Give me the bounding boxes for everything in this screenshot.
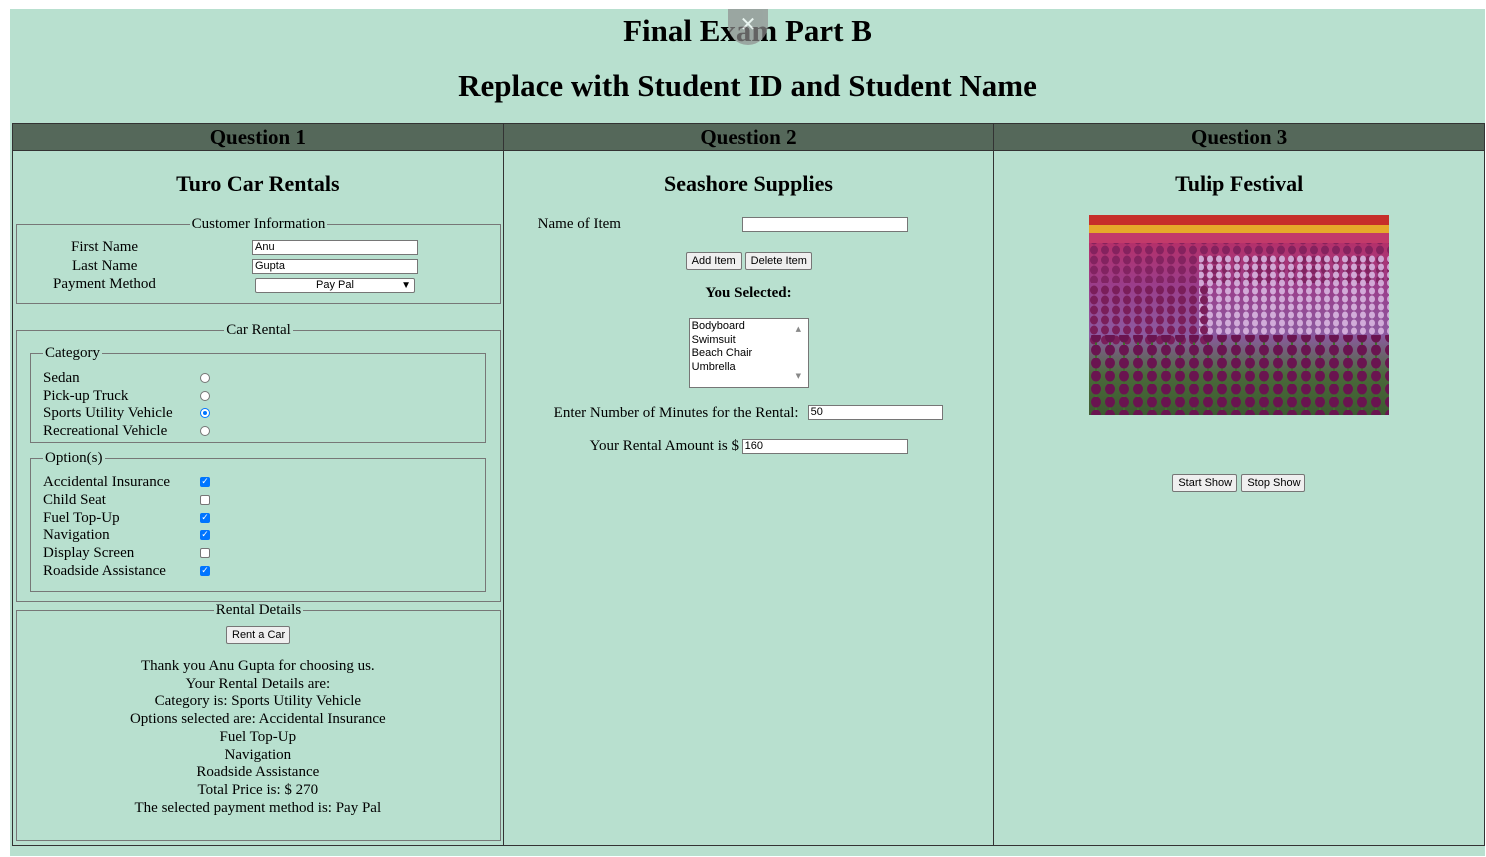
seashore-heading: Seashore Supplies: [664, 171, 833, 196]
questions-table: Question 1 Question 2 Question 3 Turo Ca…: [12, 123, 1485, 846]
summary-line: Your Rental Details are:: [185, 675, 331, 692]
list-item[interactable]: Beach Chair: [692, 347, 806, 361]
option-checkbox-display-screen[interactable]: [200, 548, 210, 558]
list-item[interactable]: Bodyboard: [692, 320, 806, 334]
category-label-rv: Recreational Vehicle: [43, 423, 168, 439]
question-2-cell: Seashore Supplies Name of Item Add Item …: [502, 150, 995, 846]
first-name-input[interactable]: Anu: [252, 240, 418, 255]
page-subtitle: Replace with Student ID and Student Name: [458, 68, 1037, 103]
rental-amount-label: Your Rental Amount is $: [589, 438, 739, 454]
summary-line: Navigation: [224, 746, 292, 763]
option-checkbox-accidental-insurance[interactable]: ✓: [200, 477, 210, 487]
turo-heading: Turo Car Rentals: [176, 171, 340, 196]
tulip-festival-image: [1089, 215, 1390, 415]
rent-a-car-button[interactable]: Rent a Car: [226, 626, 290, 644]
category-radio-pickup[interactable]: [200, 391, 210, 401]
start-show-button[interactable]: Start Show: [1172, 474, 1238, 492]
summary-line: Category is: Sports Utility Vehicle: [154, 693, 362, 710]
selected-items-listbox[interactable]: Bodyboard Swimsuit Beach Chair Umbrella …: [688, 318, 809, 388]
option-checkbox-fuel-top-up[interactable]: ✓: [200, 513, 210, 523]
option-label-accidental-insurance: Accidental Insurance: [43, 474, 171, 490]
item-name-label: Name of Item: [537, 216, 621, 232]
summary-line: Roadside Assistance: [196, 764, 320, 781]
payment-method-value: Pay Pal: [316, 279, 354, 291]
option-checkbox-child-seat[interactable]: [200, 495, 210, 505]
minutes-input[interactable]: 50: [807, 405, 943, 420]
rental-summary: Thank you Anu Gupta for choosing us. You…: [13, 658, 503, 817]
category-label-suv: Sports Utility Vehicle: [43, 405, 173, 421]
rental-amount-output: 160: [741, 439, 908, 454]
category-radio-sedan[interactable]: [200, 373, 210, 383]
options-legend: Option(s): [45, 450, 103, 466]
question-3-cell: Tulip Festival Start Show Stop Show: [993, 150, 1485, 846]
summary-line: Options selected are: Accidental Insuran…: [129, 711, 386, 728]
car-rental-legend: Car Rental: [226, 322, 291, 338]
summary-line: Fuel Top-Up: [219, 728, 297, 745]
delete-item-button[interactable]: Delete Item: [744, 252, 812, 270]
payment-method-label: Payment Method: [53, 276, 156, 292]
scroll-down-icon[interactable]: ▼: [796, 370, 801, 384]
tulip-heading: Tulip Festival: [1175, 171, 1304, 196]
listbox-scrollbar[interactable]: ▲ ▼: [792, 319, 808, 387]
option-label-roadside-assistance: Roadside Assistance: [43, 563, 166, 579]
category-label-pickup: Pick-up Truck: [43, 388, 129, 404]
you-selected-label: You Selected:: [705, 285, 792, 301]
stop-show-button[interactable]: Stop Show: [1241, 474, 1306, 492]
add-item-button[interactable]: Add Item: [685, 252, 742, 270]
last-name-label: Last Name: [72, 258, 138, 274]
option-checkbox-roadside-assistance[interactable]: ✓: [200, 566, 210, 576]
category-label-sedan: Sedan: [43, 370, 80, 386]
payment-method-select[interactable]: Pay Pal ▼: [255, 278, 415, 293]
column-header-q2: Question 2: [502, 123, 995, 151]
option-checkbox-navigation[interactable]: ✓: [200, 530, 210, 540]
item-name-input[interactable]: [741, 217, 908, 232]
question-1-cell: Turo Car Rentals Customer Information Fi…: [12, 150, 504, 846]
option-label-display-screen: Display Screen: [43, 545, 135, 561]
option-label-navigation: Navigation: [43, 527, 110, 543]
summary-line: Thank you Anu Gupta for choosing us.: [140, 658, 375, 674]
option-label-fuel-top-up: Fuel Top-Up: [43, 510, 120, 526]
category-radio-rv[interactable]: [200, 426, 210, 436]
minutes-label: Enter Number of Minutes for the Rental:: [553, 405, 799, 421]
rental-details-legend: Rental Details: [215, 602, 302, 618]
customer-info-legend: Customer Information: [191, 216, 326, 232]
page: Final Exam Part B ✕ Replace with Student…: [10, 9, 1485, 856]
summary-line: The selected payment method is: Pay Pal: [134, 799, 382, 816]
column-header-q1: Question 1: [12, 123, 504, 151]
chevron-down-icon: ▼: [401, 280, 411, 291]
category-legend: Category: [45, 345, 100, 361]
summary-line: Total Price is: $ 270: [197, 781, 319, 798]
list-item[interactable]: Swimsuit: [692, 334, 806, 348]
column-header-q3: Question 3: [993, 123, 1485, 151]
scroll-up-icon[interactable]: ▲: [796, 323, 801, 337]
last-name-input[interactable]: Gupta: [252, 259, 418, 274]
first-name-label: First Name: [71, 239, 139, 255]
option-label-child-seat: Child Seat: [43, 492, 106, 508]
list-item[interactable]: Umbrella: [692, 361, 806, 375]
category-radio-suv[interactable]: [200, 408, 210, 418]
